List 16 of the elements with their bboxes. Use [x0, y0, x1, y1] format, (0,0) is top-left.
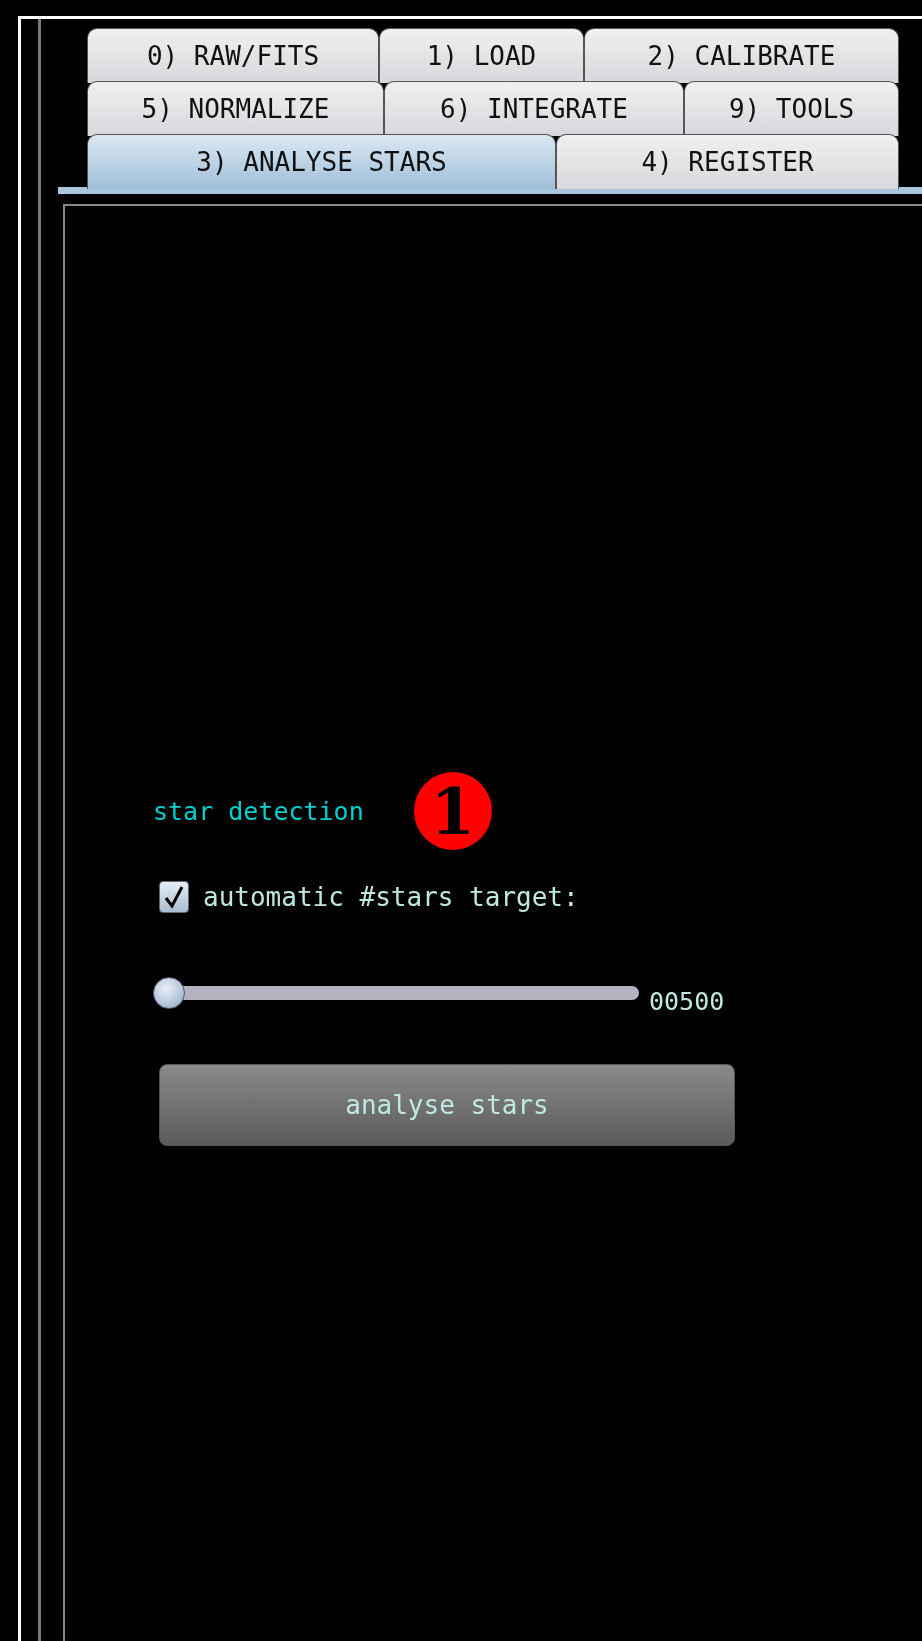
tab[interactable]: 6) INTEGRATE: [384, 81, 684, 136]
tab[interactable]: 1) LOAD: [379, 28, 584, 83]
tab[interactable]: 9) TOOLS: [684, 81, 899, 136]
checkbox[interactable]: [159, 881, 189, 913]
slider[interactable]: [153, 976, 639, 1009]
tab[interactable]: 3) ANALYSE STARS: [87, 134, 556, 189]
slider-thumb[interactable]: [153, 976, 185, 1009]
tab[interactable]: 2) CALIBRATE: [584, 28, 899, 83]
tab[interactable]: 5) NORMALIZE: [87, 81, 384, 136]
callout-number: 1: [413, 772, 492, 850]
section-title: star detection: [153, 796, 364, 826]
slider-value: 00500: [649, 987, 725, 1016]
tab[interactable]: 4) REGISTER: [556, 134, 899, 189]
analyse-button[interactable]: analyse stars: [159, 1064, 735, 1146]
tab[interactable]: 0) RAW/FITS: [87, 28, 379, 83]
checkbox-label: automatic #stars target:: [203, 882, 579, 912]
